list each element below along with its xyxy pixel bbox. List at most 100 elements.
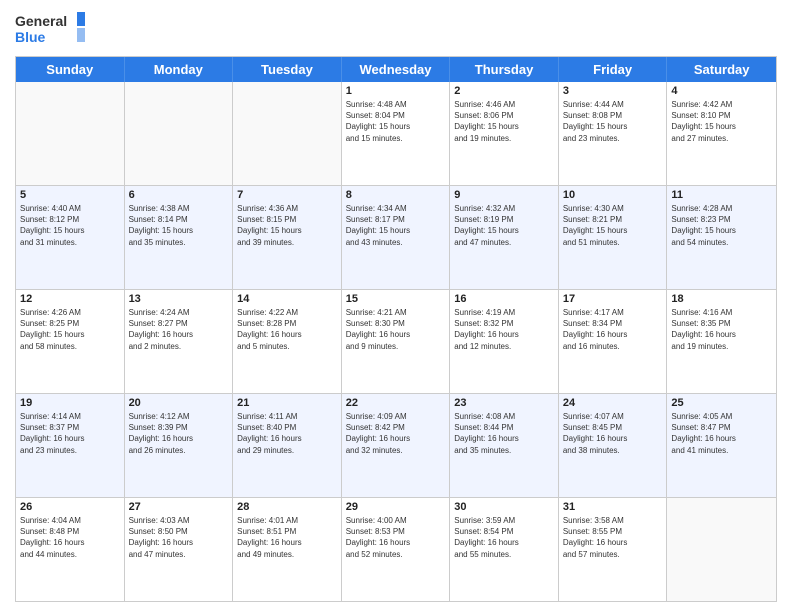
day-number: 20	[129, 397, 229, 409]
day-cell-17: 17 Sunrise: 4:17 AMSunset: 8:34 PMDayligh…	[559, 290, 668, 393]
day-number: 12	[20, 293, 120, 305]
day-number: 19	[20, 397, 120, 409]
day-number: 9	[454, 189, 554, 201]
day-number: 11	[671, 189, 772, 201]
day-number: 4	[671, 85, 772, 97]
day-cell-3: 3 Sunrise: 4:44 AMSunset: 8:08 PMDaylight…	[559, 82, 668, 185]
day-number: 31	[563, 501, 663, 513]
day-cell-9: 9 Sunrise: 4:32 AMSunset: 8:19 PMDaylight…	[450, 186, 559, 289]
day-number: 3	[563, 85, 663, 97]
day-number: 30	[454, 501, 554, 513]
logo-svg: General Blue	[15, 10, 85, 48]
day-cell-23: 23 Sunrise: 4:08 AMSunset: 8:44 PMDayligh…	[450, 394, 559, 497]
day-info: Sunrise: 4:14 AMSunset: 8:37 PMDaylight:…	[20, 411, 120, 456]
day-number: 8	[346, 189, 446, 201]
day-header-monday: Monday	[125, 57, 234, 82]
day-info: Sunrise: 4:16 AMSunset: 8:35 PMDaylight:…	[671, 307, 772, 352]
day-info: Sunrise: 4:12 AMSunset: 8:39 PMDaylight:…	[129, 411, 229, 456]
day-cell-27: 27Sunrise: 4:03 AMSunset: 8:50 PMDayligh…	[125, 498, 234, 601]
day-info: Sunrise: 4:17 AMSunset: 8:34 PMDaylight:…	[563, 307, 663, 352]
day-info: Sunrise: 4:04 AMSunset: 8:48 PMDaylight:…	[20, 515, 120, 560]
day-number: 16	[454, 293, 554, 305]
week-row-5: 26 Sunrise: 4:04 AMSunset: 8:48 PMDayligh…	[16, 498, 776, 601]
day-cell-empty	[125, 82, 234, 185]
day-number: 25	[671, 397, 772, 409]
day-cell-26: 26 Sunrise: 4:04 AMSunset: 8:48 PMDayligh…	[16, 498, 125, 601]
day-cell-11: 11 Sunrise: 4:28 AMSunset: 8:23 PMDayligh…	[667, 186, 776, 289]
day-info: Sunrise: 4:21 AMSunset: 8:30 PMDaylight:…	[346, 307, 446, 352]
day-cell-25: 25 Sunrise: 4:05 AMSunset: 8:47 PMDayligh…	[667, 394, 776, 497]
day-info: Sunrise: 3:58 AMSunset: 8:55 PMDaylight:…	[563, 515, 663, 560]
day-info: Sunrise: 4:05 AMSunset: 8:47 PMDaylight:…	[671, 411, 772, 456]
day-cell-30: 30Sunrise: 3:59 AMSunset: 8:54 PMDayligh…	[450, 498, 559, 601]
day-info: Sunrise: 4:26 AMSunset: 8:25 PMDaylight:…	[20, 307, 120, 352]
week-row-1: 1 Sunrise: 4:48 AMSunset: 8:04 PMDaylight…	[16, 82, 776, 186]
page: General Blue SundayMondayTuesdayWednesda…	[0, 0, 792, 612]
day-cell-2: 2 Sunrise: 4:46 AMSunset: 8:06 PMDaylight…	[450, 82, 559, 185]
day-cell-31: 31 Sunrise: 3:58 AMSunset: 8:55 PMDayligh…	[559, 498, 668, 601]
svg-text:Blue: Blue	[15, 29, 46, 45]
day-cell-5: 5 Sunrise: 4:40 AMSunset: 8:12 PMDaylight…	[16, 186, 125, 289]
day-info: Sunrise: 4:28 AMSunset: 8:23 PMDaylight:…	[671, 203, 772, 248]
day-cell-14: 14Sunrise: 4:22 AMSunset: 8:28 PMDayligh…	[233, 290, 342, 393]
day-header-sunday: Sunday	[16, 57, 125, 82]
day-cell-13: 13Sunrise: 4:24 AMSunset: 8:27 PMDayligh…	[125, 290, 234, 393]
day-number: 23	[454, 397, 554, 409]
day-info: Sunrise: 4:32 AMSunset: 8:19 PMDaylight:…	[454, 203, 554, 248]
day-number: 17	[563, 293, 663, 305]
day-number: 15	[346, 293, 446, 305]
svg-text:General: General	[15, 13, 67, 29]
day-number: 26	[20, 501, 120, 513]
day-info: Sunrise: 4:24 AMSunset: 8:27 PMDaylight:…	[129, 307, 229, 352]
week-row-4: 19 Sunrise: 4:14 AMSunset: 8:37 PMDayligh…	[16, 394, 776, 498]
day-cell-empty	[667, 498, 776, 601]
day-info: Sunrise: 4:19 AMSunset: 8:32 PMDaylight:…	[454, 307, 554, 352]
day-info: Sunrise: 4:30 AMSunset: 8:21 PMDaylight:…	[563, 203, 663, 248]
header: General Blue	[15, 10, 777, 48]
day-cell-10: 10 Sunrise: 4:30 AMSunset: 8:21 PMDayligh…	[559, 186, 668, 289]
day-number: 1	[346, 85, 446, 97]
day-info: Sunrise: 4:46 AMSunset: 8:06 PMDaylight:…	[454, 99, 554, 144]
calendar: SundayMondayTuesdayWednesdayThursdayFrid…	[15, 56, 777, 602]
day-info: Sunrise: 4:34 AMSunset: 8:17 PMDaylight:…	[346, 203, 446, 248]
day-number: 29	[346, 501, 446, 513]
day-cell-empty	[233, 82, 342, 185]
day-cell-29: 29 Sunrise: 4:00 AMSunset: 8:53 PMDayligh…	[342, 498, 451, 601]
day-header-friday: Friday	[559, 57, 668, 82]
day-info: Sunrise: 4:42 AMSunset: 8:10 PMDaylight:…	[671, 99, 772, 144]
day-number: 27	[129, 501, 229, 513]
day-cell-1: 1 Sunrise: 4:48 AMSunset: 8:04 PMDaylight…	[342, 82, 451, 185]
day-number: 18	[671, 293, 772, 305]
day-cell-15: 15 Sunrise: 4:21 AMSunset: 8:30 PMDayligh…	[342, 290, 451, 393]
day-info: Sunrise: 4:07 AMSunset: 8:45 PMDaylight:…	[563, 411, 663, 456]
day-number: 2	[454, 85, 554, 97]
day-cell-20: 20 Sunrise: 4:12 AMSunset: 8:39 PMDayligh…	[125, 394, 234, 497]
day-cell-12: 12 Sunrise: 4:26 AMSunset: 8:25 PMDayligh…	[16, 290, 125, 393]
day-info: Sunrise: 4:11 AMSunset: 8:40 PMDaylight:…	[237, 411, 337, 456]
day-info: Sunrise: 4:40 AMSunset: 8:12 PMDaylight:…	[20, 203, 120, 248]
day-number: 24	[563, 397, 663, 409]
day-number: 22	[346, 397, 446, 409]
day-info: Sunrise: 4:22 AMSunset: 8:28 PMDaylight:…	[237, 307, 337, 352]
day-cell-21: 21 Sunrise: 4:11 AMSunset: 8:40 PMDayligh…	[233, 394, 342, 497]
day-cell-18: 18 Sunrise: 4:16 AMSunset: 8:35 PMDayligh…	[667, 290, 776, 393]
logo: General Blue	[15, 10, 85, 48]
week-row-3: 12 Sunrise: 4:26 AMSunset: 8:25 PMDayligh…	[16, 290, 776, 394]
day-info: Sunrise: 4:44 AMSunset: 8:08 PMDaylight:…	[563, 99, 663, 144]
day-header-saturday: Saturday	[667, 57, 776, 82]
day-cell-19: 19 Sunrise: 4:14 AMSunset: 8:37 PMDayligh…	[16, 394, 125, 497]
day-number: 5	[20, 189, 120, 201]
calendar-header: SundayMondayTuesdayWednesdayThursdayFrid…	[16, 57, 776, 82]
day-cell-7: 7Sunrise: 4:36 AMSunset: 8:15 PMDaylight…	[233, 186, 342, 289]
day-number: 6	[129, 189, 229, 201]
day-info: Sunrise: 4:48 AMSunset: 8:04 PMDaylight:…	[346, 99, 446, 144]
day-info: Sunrise: 4:00 AMSunset: 8:53 PMDaylight:…	[346, 515, 446, 560]
day-header-tuesday: Tuesday	[233, 57, 342, 82]
day-cell-8: 8 Sunrise: 4:34 AMSunset: 8:17 PMDaylight…	[342, 186, 451, 289]
day-info: Sunrise: 4:08 AMSunset: 8:44 PMDaylight:…	[454, 411, 554, 456]
day-header-wednesday: Wednesday	[342, 57, 451, 82]
day-info: Sunrise: 4:01 AMSunset: 8:51 PMDaylight:…	[237, 515, 337, 560]
day-number: 10	[563, 189, 663, 201]
day-number: 7	[237, 189, 337, 201]
day-number: 21	[237, 397, 337, 409]
